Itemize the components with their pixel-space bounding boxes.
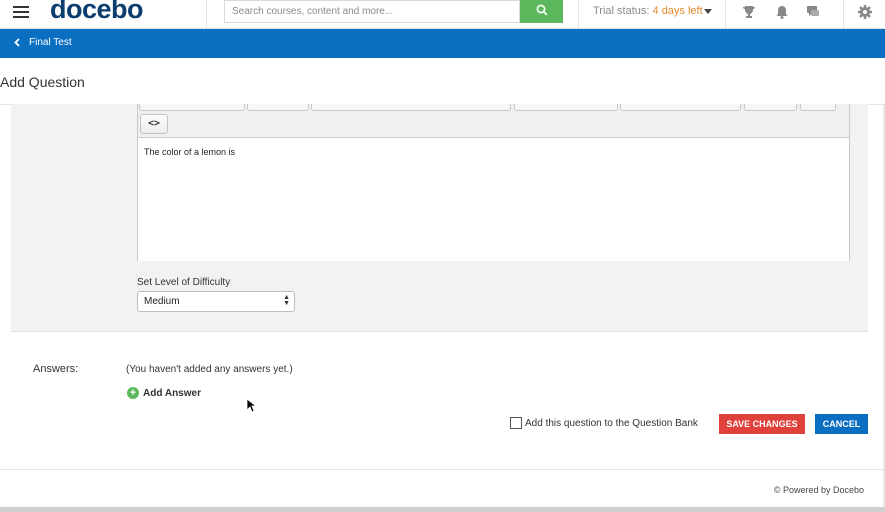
- divider: [206, 0, 207, 29]
- divider: [578, 0, 579, 29]
- add-answer-label: Add Answer: [143, 387, 201, 399]
- page-title: Add Question: [0, 74, 85, 90]
- search-icon: [536, 4, 547, 16]
- select-arrows-icon: ▲ ▼: [283, 294, 290, 307]
- divider: [843, 0, 844, 29]
- horizontal-scrollbar[interactable]: [0, 507, 885, 512]
- question-bank-label: Add this question to the Question Bank: [525, 417, 698, 429]
- search-input[interactable]: [224, 0, 520, 23]
- difficulty-label: Set Level of Difficulty: [137, 277, 231, 288]
- editor-toolbar: <>: [138, 104, 849, 138]
- answers-label: Answers:: [33, 363, 79, 375]
- chevron-down-icon[interactable]: [704, 9, 712, 14]
- toolbar-button-group[interactable]: [139, 104, 245, 111]
- gear-icon[interactable]: [857, 4, 873, 20]
- question-text-area[interactable]: The color of a lemon is: [138, 138, 849, 261]
- breadcrumb-label: Final Test: [29, 37, 72, 48]
- checkbox-icon: [510, 417, 522, 429]
- trial-status[interactable]: Trial status: 4 days left: [593, 5, 703, 17]
- toolbar-button-group[interactable]: [800, 104, 836, 111]
- toolbar-button-group[interactable]: [311, 104, 511, 111]
- add-answer-button[interactable]: + Add Answer: [127, 387, 201, 399]
- menu-icon[interactable]: [13, 6, 29, 20]
- cancel-button[interactable]: CANCEL: [815, 414, 868, 434]
- logo-text: docebo: [50, 0, 144, 24]
- chevron-left-icon: [14, 38, 20, 47]
- back-to-final-test-link[interactable]: Final Test: [14, 37, 72, 48]
- answers-empty-message: (You haven't added any answers yet.): [126, 364, 293, 375]
- trophy-icon[interactable]: [741, 4, 757, 20]
- divider: [0, 469, 885, 470]
- rich-text-editor: <> The color of a lemon is: [137, 104, 850, 261]
- top-navigation-bar: docebo® Trial status: 4 days left: [0, 0, 885, 29]
- question-bank-checkbox[interactable]: Add this question to the Question Bank: [510, 417, 698, 429]
- docebo-logo[interactable]: docebo®: [50, 0, 148, 25]
- trial-days-left: 4 days left: [652, 5, 703, 17]
- source-code-button[interactable]: <>: [140, 114, 168, 134]
- divider: [725, 0, 726, 29]
- mouse-cursor-icon: [246, 398, 256, 413]
- plus-circle-icon: +: [127, 387, 139, 399]
- difficulty-select[interactable]: Medium ▲ ▼: [137, 291, 295, 312]
- toolbar-button-group[interactable]: [620, 104, 741, 111]
- save-changes-button[interactable]: SAVE CHANGES: [719, 414, 805, 434]
- footer-text: © Powered by Docebo: [773, 485, 864, 495]
- difficulty-selected-value: Medium: [144, 296, 180, 307]
- bell-icon[interactable]: [774, 4, 790, 20]
- toolbar-button-group[interactable]: [744, 104, 797, 111]
- search-button[interactable]: [520, 0, 563, 23]
- breadcrumb-bar: Final Test: [0, 29, 885, 58]
- toolbar-button-group[interactable]: [247, 104, 309, 111]
- chat-icon[interactable]: [805, 4, 821, 20]
- toolbar-button-group[interactable]: [514, 104, 618, 111]
- trial-status-label: Trial status:: [593, 5, 650, 17]
